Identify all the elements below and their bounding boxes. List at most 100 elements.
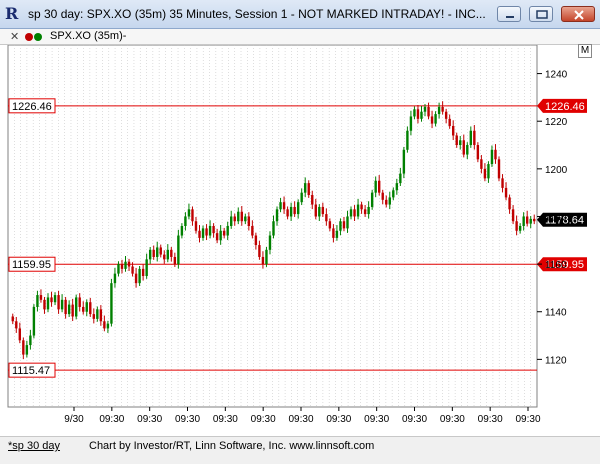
y-tick-label: 1160 [545, 260, 567, 271]
candle-body [427, 106, 430, 117]
candle-body [106, 323, 110, 329]
chart-tab[interactable]: *sp 30 day [8, 440, 60, 452]
candle-body [78, 297, 81, 307]
candle-body [134, 273, 138, 284]
x-tick-label: 9/30 [64, 414, 84, 425]
candle-body [82, 306, 85, 312]
candle-body [25, 345, 29, 355]
close-button[interactable] [561, 6, 595, 22]
candle-body [487, 164, 490, 179]
candle-body [370, 192, 374, 207]
candle-body [208, 226, 212, 236]
candle-body [96, 309, 99, 319]
m-button[interactable]: M [578, 44, 592, 58]
candle-body [261, 256, 265, 265]
candle-body [212, 226, 215, 234]
candle-body [525, 216, 529, 224]
candle-body [490, 149, 494, 165]
candle-body [466, 145, 469, 155]
candle-body [494, 149, 497, 160]
candle-body [184, 216, 187, 226]
candle-body [272, 221, 275, 236]
candle-body [483, 168, 487, 179]
candle-body [476, 145, 480, 160]
candle-body [289, 206, 293, 217]
candle-body [215, 233, 219, 241]
investor-rt-logo-icon: R [5, 4, 19, 23]
candle-body [441, 106, 444, 112]
chart-window: R sp 30 day: SPX.XO (35m) 35 Minutes, Se… [0, 0, 600, 464]
candle-body [434, 114, 437, 124]
maximize-button[interactable] [529, 6, 553, 22]
candle-body [402, 149, 406, 174]
candle-body [244, 216, 247, 222]
candle-body [113, 273, 117, 284]
candle-body [378, 180, 381, 193]
candle-body [71, 304, 74, 317]
candle-body [205, 228, 208, 236]
instrument-status-icon [25, 33, 42, 41]
candle-body [385, 199, 388, 205]
x-tick-label: 09:30 [251, 414, 276, 425]
candle-body [332, 228, 335, 238]
instrument-label[interactable]: SPX.XO (35m)- [50, 30, 126, 42]
candle-body [120, 264, 124, 269]
candle-body [388, 197, 391, 205]
candle-body [247, 216, 251, 226]
candle-body [409, 116, 413, 131]
candle-body [39, 295, 43, 300]
price-chart[interactable]: 1226.46 1226.461159.95 1159.951115.471178.… [0, 45, 600, 436]
candle-body [268, 235, 272, 250]
candle-body [459, 140, 462, 146]
candle-body [258, 245, 261, 257]
candle-body [356, 204, 360, 217]
x-tick-label: 09:30 [478, 414, 503, 425]
candle-body [11, 316, 14, 322]
x-tick-label: 09:30 [515, 414, 540, 425]
candle-body [230, 216, 233, 226]
candle-body [518, 226, 522, 231]
candle-body [480, 159, 483, 169]
x-tick-label: 09:30 [175, 414, 200, 425]
candle-body [529, 218, 532, 224]
y-tick-label: 1140 [545, 308, 567, 319]
x-tick-label: 09:30 [99, 414, 124, 425]
candle-body [511, 209, 515, 222]
candle-body [36, 295, 39, 307]
minimize-icon [506, 16, 514, 18]
toolbar-close-icon[interactable]: ✕ [10, 30, 19, 43]
candle-body [233, 216, 236, 222]
candle-body [254, 235, 258, 246]
title-bar[interactable]: R sp 30 day: SPX.XO (35m) 35 Minutes, Se… [0, 0, 600, 29]
candle-body [342, 221, 346, 229]
candle-body [53, 295, 57, 303]
level-left-label: 1159.95 [12, 259, 51, 271]
candle-body [74, 297, 78, 317]
candle-body [166, 249, 169, 260]
candle-body [473, 130, 476, 146]
level-left-label: 1115.47 [12, 365, 50, 377]
candle-body [99, 309, 103, 322]
candle-body [406, 130, 409, 150]
candle-body [349, 209, 353, 217]
candle-body [60, 299, 64, 310]
candle-body [275, 209, 279, 222]
maximize-icon [536, 10, 548, 19]
x-tick-label: 09:30 [213, 414, 238, 425]
candle-body [29, 335, 32, 346]
candle-body [504, 187, 508, 198]
candle-body [501, 178, 504, 188]
minimize-button[interactable] [497, 6, 521, 22]
candle-body [177, 235, 180, 265]
y-tick-label: 1220 [545, 117, 568, 128]
candle-body [381, 192, 384, 200]
candle-body [392, 190, 395, 198]
candle-body [533, 218, 536, 222]
candle-body [85, 302, 88, 312]
candle-body [180, 226, 184, 236]
chart-toolbar: ✕ SPX.XO (35m)- [0, 29, 600, 45]
candle-body [159, 247, 162, 255]
candle-body [191, 209, 194, 222]
candle-body [222, 230, 226, 236]
candle-body [353, 209, 356, 217]
